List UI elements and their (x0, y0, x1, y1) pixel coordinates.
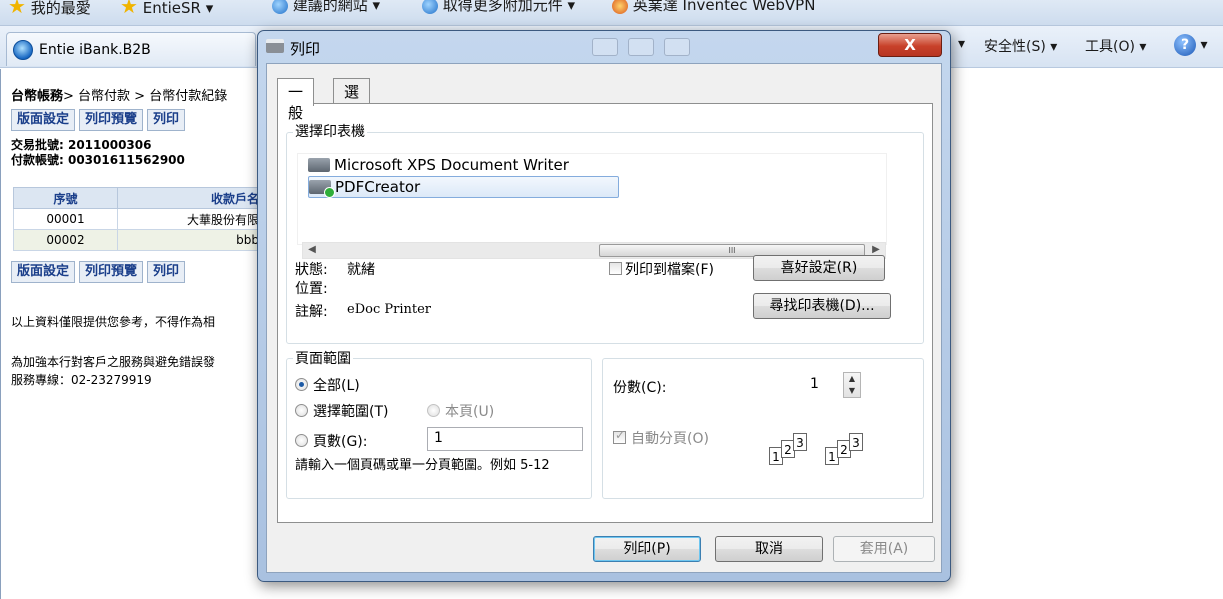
table-row: 00001 大華股份有限 (13, 208, 264, 230)
safety-menu[interactable]: 安全性(S) ▾ (984, 36, 1057, 56)
dialog-title: 列印 (290, 40, 321, 58)
range-current-label[interactable]: 本頁(U) (445, 401, 494, 421)
range-selection-label[interactable]: 選擇範圍(T) (313, 401, 388, 421)
breadcrumb: 台幣帳務> 台幣付款 > 台幣付款紀錄 (11, 89, 228, 104)
table-row: 00002 bbb (13, 229, 264, 251)
print-button[interactable]: 列印 (147, 109, 186, 131)
comment-value: eDoc Printer (347, 302, 431, 317)
pages-input[interactable]: 1 (427, 427, 583, 451)
select-printer-label: 選擇印表機 (293, 121, 367, 141)
service-note: 為加強本行對客戶之服務與避免錯誤發 (11, 355, 216, 369)
tab-options[interactable]: 選項 (333, 78, 371, 122)
print-dialog: 列印 X 一般 選項 選擇印表機 Microsoft XPS Document … (257, 30, 951, 582)
cancel-button[interactable]: 取消 (715, 536, 823, 562)
scroll-right-icon[interactable]: ▶ (869, 244, 883, 255)
print-to-file-label[interactable]: 列印到檔案(F) (625, 259, 714, 279)
range-all-radio[interactable] (295, 378, 308, 391)
favorites-item[interactable]: ★ EntieSR ▾ (120, 0, 213, 18)
printer-icon (308, 158, 330, 172)
browser-tab[interactable]: Entie iBank.B2B (6, 32, 256, 66)
favorites-item[interactable]: 取得更多附加元件 ▾ (422, 0, 575, 15)
dialog-body: 一般 選項 選擇印表機 Microsoft XPS Document Write… (266, 63, 942, 573)
range-hint: 請輸入一個頁碼或單一分頁範圍。例如 5-12 (295, 458, 550, 473)
favorites-item[interactable]: 建議的網站 ▾ (272, 0, 380, 15)
copies-group: 份數(C): 1 ▲▼ 自動分頁(O) 1 2 3 1 2 3 (602, 358, 924, 499)
select-printer-group: 選擇印表機 Microsoft XPS Document Writer PDFC… (286, 121, 924, 344)
range-pages-radio[interactable] (295, 434, 308, 447)
star-icon: ★ (8, 0, 26, 18)
page-range-label: 頁面範圍 (293, 348, 353, 368)
ie-icon (422, 0, 438, 14)
help-menu[interactable]: ? ▾ (1174, 34, 1207, 56)
copies-label: 份數(C): (613, 380, 667, 396)
collate-checkbox[interactable] (613, 428, 626, 444)
preferences-button[interactable]: 喜好設定(R) (753, 255, 885, 281)
help-icon: ? (1174, 34, 1196, 56)
command-dropdown-arrow[interactable]: ▾ (958, 36, 965, 52)
copies-input[interactable]: 1 (803, 373, 843, 397)
collate-label[interactable]: 自動分頁(O) (631, 428, 709, 448)
tab-title: Entie iBank.B2B (39, 41, 151, 58)
favorites-bar: ★ 我的最愛 ★ EntieSR ▾ 建議的網站 ▾ 取得更多附加元件 ▾ 英業… (0, 0, 1223, 26)
table-header: 收款戶名 (117, 187, 264, 209)
general-panel: 選擇印表機 Microsoft XPS Document Writer PDFC… (277, 103, 933, 523)
print-button[interactable]: 列印 (147, 261, 186, 283)
apply-button[interactable]: 套用(A) (833, 536, 935, 562)
scroll-left-icon[interactable]: ◀ (305, 244, 319, 255)
page-setup-button[interactable]: 版面設定 (11, 261, 76, 283)
page-setup-button[interactable]: 版面設定 (11, 109, 76, 131)
ghost-icon (664, 38, 690, 56)
default-printer-icon (309, 180, 335, 198)
print-preview-button[interactable]: 列印預覽 (79, 109, 144, 131)
table-header: 序號 (13, 187, 118, 209)
account-number: 付款帳號: 00301611562900 (11, 153, 185, 167)
range-pages-label[interactable]: 頁數(G): (313, 431, 368, 451)
page-range-group: 頁面範圍 全部(L) 選擇範圍(T) 本頁(U) 頁數(G): 1 請輸入一個頁… (286, 348, 592, 499)
close-button[interactable]: X (878, 33, 942, 57)
range-all-label[interactable]: 全部(L) (313, 375, 360, 395)
comment-label: 註解: (295, 304, 328, 320)
favorites-item[interactable]: ★ 我的最愛 (8, 0, 91, 18)
ghost-icon (592, 38, 618, 56)
range-selection-radio[interactable] (295, 404, 308, 417)
records-table: 序號 收款戶名 00001 大華股份有限 00002 bbb (13, 187, 264, 251)
disclaimer-text: 以上資料僅限提供您參考，不得作為相 (11, 315, 216, 329)
status-label: 狀態: (295, 262, 328, 278)
page-toolbar-top: 版面設定 列印預覽 列印 (11, 109, 186, 131)
star-icon: ★ (120, 0, 138, 18)
find-printer-button[interactable]: 尋找印表機(D)... (753, 293, 891, 319)
collate-icon: 1 2 3 1 2 3 (769, 433, 899, 473)
printer-item-xps[interactable]: Microsoft XPS Document Writer (308, 154, 569, 176)
page-toolbar-bottom: 版面設定 列印預覽 列印 (11, 261, 186, 283)
printer-item-pdfcreator[interactable]: PDFCreator (308, 176, 620, 198)
dialog-titlebar[interactable]: 列印 X (258, 31, 950, 63)
range-current-radio[interactable] (427, 404, 440, 417)
printer-icon (266, 39, 284, 53)
printer-list[interactable]: Microsoft XPS Document Writer PDFCreator… (297, 153, 887, 259)
location-label: 位置: (295, 281, 328, 297)
copies-spinner[interactable]: ▲ ▼ (843, 372, 861, 398)
status-value: 就緒 (347, 262, 375, 278)
vpn-icon (612, 0, 628, 14)
print-confirm-button[interactable]: 列印(P) (593, 536, 701, 562)
ie-icon (13, 39, 33, 60)
service-hotline: 服務專線：02-23279919 (11, 373, 152, 387)
favorites-item[interactable]: 英業達 Inventec WebVPN (612, 0, 815, 15)
ie-icon (272, 0, 288, 14)
tools-menu[interactable]: 工具(O) ▾ (1085, 36, 1146, 56)
print-preview-button[interactable]: 列印預覽 (79, 261, 144, 283)
print-to-file-checkbox[interactable] (609, 262, 622, 275)
ghost-icon (628, 38, 654, 56)
tab-general[interactable]: 一般 (277, 78, 315, 122)
